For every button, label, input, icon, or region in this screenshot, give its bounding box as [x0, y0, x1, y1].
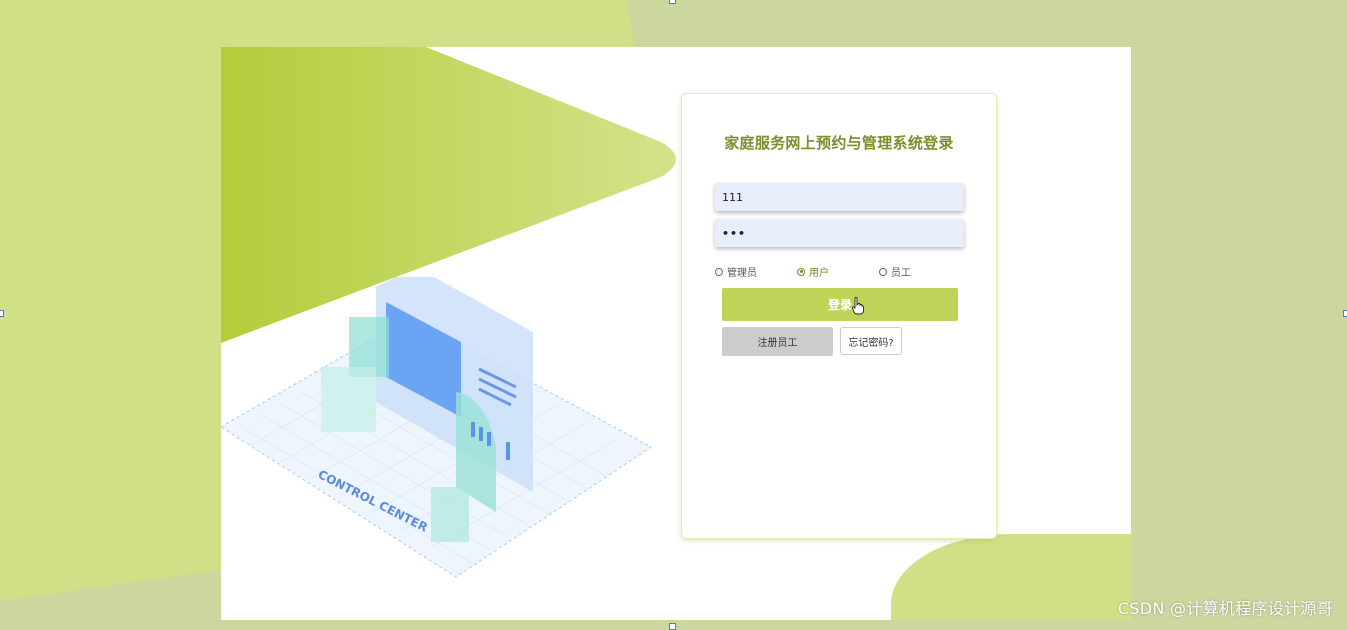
role-radio-user[interactable]: 用户 [797, 264, 829, 279]
radio-icon [715, 267, 723, 276]
forgot-button-label: 忘记密码? [848, 337, 894, 349]
login-button-label: 登录 [827, 298, 852, 312]
role-label-user: 用户 [809, 268, 829, 279]
control-center-illustration: CONTROL CENTER [221, 277, 652, 578]
username-input[interactable]: 111 [715, 183, 964, 211]
password-value: ••• [722, 226, 747, 240]
selection-handle-top[interactable] [669, 0, 676, 4]
radio-checked-icon [797, 267, 805, 276]
password-input[interactable]: ••• [715, 219, 964, 247]
selection-handle-right[interactable] [1343, 310, 1347, 317]
login-button[interactable]: 登录 [722, 288, 958, 321]
login-title: 家庭服务网上预约与管理系统登录 [724, 134, 954, 152]
username-value: 111 [722, 190, 743, 204]
login-card: 家庭服务网上预约与管理系统登录 111 ••• 管理员 用户 员工 登录 注册员… [682, 94, 996, 538]
register-staff-button[interactable]: 注册员工 [722, 327, 833, 356]
hand-pointer-icon [852, 297, 864, 315]
radio-icon [879, 267, 887, 276]
forgot-password-button[interactable]: 忘记密码? [840, 327, 902, 355]
selection-handle-left[interactable] [0, 310, 4, 317]
role-label-admin: 管理员 [727, 268, 757, 279]
role-label-staff: 员工 [891, 268, 911, 279]
register-button-label: 注册员工 [757, 338, 798, 349]
role-radio-admin[interactable]: 管理员 [715, 264, 757, 279]
bottom-right-blob [891, 534, 1131, 620]
role-radio-group: 管理员 用户 员工 [715, 264, 975, 279]
csdn-watermark: CSDN @计算机程序设计源哥 [1117, 599, 1333, 618]
role-radio-staff[interactable]: 员工 [879, 264, 911, 279]
